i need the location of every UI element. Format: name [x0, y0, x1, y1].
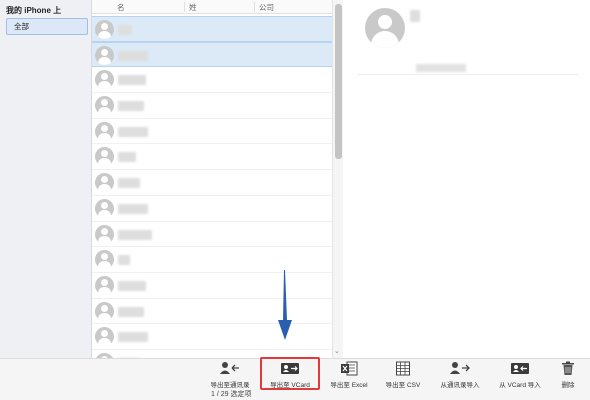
export-excel-icon [341, 361, 358, 376]
contact-name-redacted [118, 306, 144, 317]
contact-avatar-icon [95, 20, 114, 39]
contact-name-redacted [118, 255, 130, 266]
export-csv-icon [396, 361, 410, 376]
delete-label: 删除 [561, 382, 575, 389]
contact-name-redacted [118, 332, 148, 343]
contact-name-redacted [118, 152, 136, 163]
contact-avatar-icon [95, 70, 114, 90]
contact-row[interactable] [92, 324, 332, 350]
contact-name-redacted [118, 178, 140, 189]
contact-row[interactable] [92, 119, 332, 145]
delete-button[interactable]: 删除 [556, 361, 580, 391]
column-header-company[interactable]: 公司 [259, 2, 274, 13]
import-from-contacts-label: 从通讯录导入 [440, 382, 480, 389]
column-separator [184, 2, 185, 12]
contact-name-redacted [118, 50, 148, 61]
contact-info-redacted [416, 64, 466, 72]
contact-name-redacted [118, 25, 132, 35]
contact-row[interactable] [92, 273, 332, 299]
contact-avatar-icon [95, 198, 114, 218]
import-from-vcard-label: 从 VCard 导入 [499, 382, 541, 389]
contact-avatar-icon [95, 147, 114, 167]
annotation-arrow-icon [278, 270, 292, 340]
contact-detail-pane [343, 0, 590, 358]
import-vcard-icon [511, 363, 529, 374]
export-contacts-icon [220, 362, 239, 374]
contact-avatar-icon [95, 96, 114, 116]
contact-name-redacted [118, 203, 148, 214]
export-to-excel-button[interactable]: 导出至 Excel [326, 361, 372, 391]
contact-name-redacted [118, 75, 146, 86]
contact-row[interactable] [92, 222, 332, 248]
export-to-excel-label: 导出至 Excel [330, 382, 368, 389]
export-to-contacts-label: 导出至通讯录 [210, 382, 250, 389]
contact-name-redacted [118, 229, 152, 240]
contact-name-redacted [118, 280, 146, 291]
contact-row[interactable] [92, 144, 332, 171]
import-from-contacts-button[interactable]: 从通讯录导入 [434, 361, 486, 391]
scroll-down-arrow-icon[interactable]: ⌄ [334, 347, 340, 355]
column-separator [254, 2, 255, 12]
list-scrollbar[interactable]: ⌄ [332, 0, 343, 358]
contact-row[interactable] [92, 247, 332, 273]
contact-avatar-icon [95, 45, 114, 65]
contact-row[interactable] [92, 41, 332, 68]
sidebar: 我的 iPhone 上 全部 [0, 0, 92, 358]
contact-row[interactable] [92, 299, 332, 325]
contact-rows [92, 16, 332, 358]
contact-avatar-icon [95, 275, 114, 295]
trash-icon [562, 361, 574, 375]
sidebar-item-all[interactable]: 全部 [6, 18, 88, 35]
contact-row[interactable] [92, 196, 332, 222]
highlight-box [260, 357, 320, 390]
app-window: 我的 iPhone 上 全部 名 姓 公司 ⌄ 导出至通讯录 导出至 VCard… [0, 0, 590, 400]
contact-avatar-icon [95, 301, 114, 321]
contact-avatar-icon [365, 8, 405, 48]
export-to-csv-button[interactable]: 导出至 CSV [381, 361, 425, 391]
sidebar-title: 我的 iPhone 上 [6, 6, 62, 15]
contact-avatar-icon [95, 173, 114, 193]
selection-status: 1 / 29 选定项 [211, 391, 252, 398]
contact-name-redacted [410, 10, 420, 22]
export-to-contacts-button[interactable]: 导出至通讯录 [205, 361, 255, 391]
contact-row[interactable] [92, 170, 332, 196]
contact-avatar-icon [95, 121, 114, 141]
contact-avatar-icon [95, 224, 114, 244]
detail-divider [357, 74, 579, 75]
column-header-last-name[interactable]: 姓 [189, 2, 197, 13]
contact-row[interactable] [92, 93, 332, 119]
contact-avatar-icon [95, 250, 114, 270]
list-header: 名 姓 公司 [92, 0, 332, 14]
contact-name-redacted [118, 126, 148, 137]
contact-row[interactable] [92, 67, 332, 94]
column-header-first-name[interactable]: 名 [117, 2, 125, 13]
contact-row[interactable] [92, 16, 332, 42]
export-to-csv-label: 导出至 CSV [385, 382, 421, 389]
contact-name-redacted [118, 101, 144, 112]
contact-list: 名 姓 公司 [92, 0, 332, 358]
contact-avatar-icon [95, 327, 114, 347]
scroll-thumb[interactable] [335, 4, 342, 159]
import-from-vcard-button[interactable]: 从 VCard 导入 [494, 361, 546, 391]
import-contacts-icon [450, 362, 470, 374]
